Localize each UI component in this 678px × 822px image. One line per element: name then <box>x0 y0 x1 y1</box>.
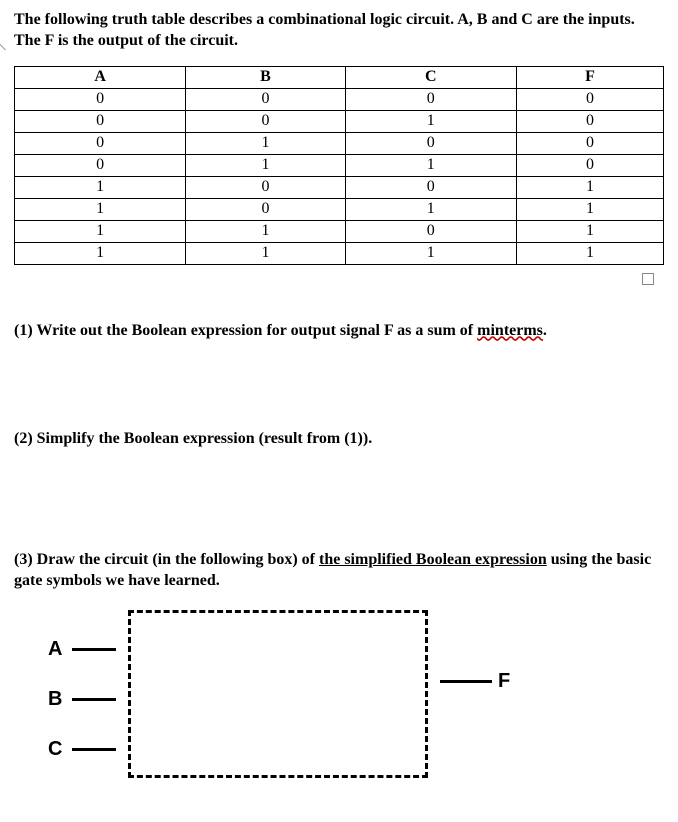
cell: 1 <box>516 198 663 220</box>
question-2: (2) Simplify the Boolean expression (res… <box>14 429 664 450</box>
q3-prefix: (3) Draw the circuit (in the following b… <box>14 551 319 568</box>
small-box-icon <box>642 273 654 285</box>
cell: 0 <box>15 88 186 110</box>
table-header-row: A B C F <box>15 66 664 88</box>
cell: 1 <box>516 242 663 264</box>
wire-A <box>72 648 116 651</box>
circuit-input-A: A <box>48 638 66 661</box>
cell: 1 <box>345 242 516 264</box>
cell: 0 <box>186 176 345 198</box>
cell: 1 <box>186 220 345 242</box>
cell: 0 <box>186 110 345 132</box>
table-row: 0000 <box>15 88 664 110</box>
cell: 1 <box>15 220 186 242</box>
cell: 0 <box>345 88 516 110</box>
cell: 1 <box>516 220 663 242</box>
circuit-input-C: C <box>48 738 66 761</box>
truth-table: A B C F 0000 0010 0100 0110 1001 1011 11… <box>14 66 664 265</box>
question-1: (1) Write out the Boolean expression for… <box>14 321 664 342</box>
table-row: 0010 <box>15 110 664 132</box>
cell: 1 <box>15 176 186 198</box>
cell: 1 <box>186 242 345 264</box>
cell: 0 <box>516 88 663 110</box>
wire-C <box>72 748 116 751</box>
table-row: 0110 <box>15 154 664 176</box>
table-row: 0100 <box>15 132 664 154</box>
q3-underline: the simplified Boolean expression <box>319 551 547 568</box>
cell: 0 <box>186 88 345 110</box>
cell: 0 <box>345 220 516 242</box>
col-header-F: F <box>516 66 663 88</box>
q1-suffix: . <box>543 322 547 339</box>
col-header-A: A <box>15 66 186 88</box>
cell: 1 <box>345 154 516 176</box>
question-3: (3) Draw the circuit (in the following b… <box>14 550 664 592</box>
circuit-diagram: A B C F <box>48 610 548 785</box>
table-row: 1001 <box>15 176 664 198</box>
cell: 1 <box>15 198 186 220</box>
cell: 0 <box>516 110 663 132</box>
cell: 1 <box>186 132 345 154</box>
page-mark <box>0 43 6 51</box>
cell: 0 <box>345 132 516 154</box>
cell: 1 <box>186 154 345 176</box>
q1-prefix: (1) Write out the Boolean expression for… <box>14 322 477 339</box>
table-row: 1011 <box>15 198 664 220</box>
cell: 0 <box>345 176 516 198</box>
table-row: 1101 <box>15 220 664 242</box>
cell: 1 <box>15 242 186 264</box>
cell: 1 <box>345 198 516 220</box>
table-row: 1111 <box>15 242 664 264</box>
intro-text: The following truth table describes a co… <box>14 10 664 52</box>
cell: 0 <box>15 110 186 132</box>
wire-B <box>72 698 116 701</box>
cell: 1 <box>516 176 663 198</box>
cell: 0 <box>15 132 186 154</box>
circuit-output-F: F <box>498 670 516 693</box>
wire-F <box>440 680 492 683</box>
q1-minterms: minterms <box>477 322 543 339</box>
cell: 0 <box>186 198 345 220</box>
col-header-B: B <box>186 66 345 88</box>
col-header-C: C <box>345 66 516 88</box>
cell: 1 <box>345 110 516 132</box>
circuit-input-B: B <box>48 688 66 711</box>
cell: 0 <box>516 132 663 154</box>
cell: 0 <box>516 154 663 176</box>
circuit-box <box>128 610 428 778</box>
cell: 0 <box>15 154 186 176</box>
